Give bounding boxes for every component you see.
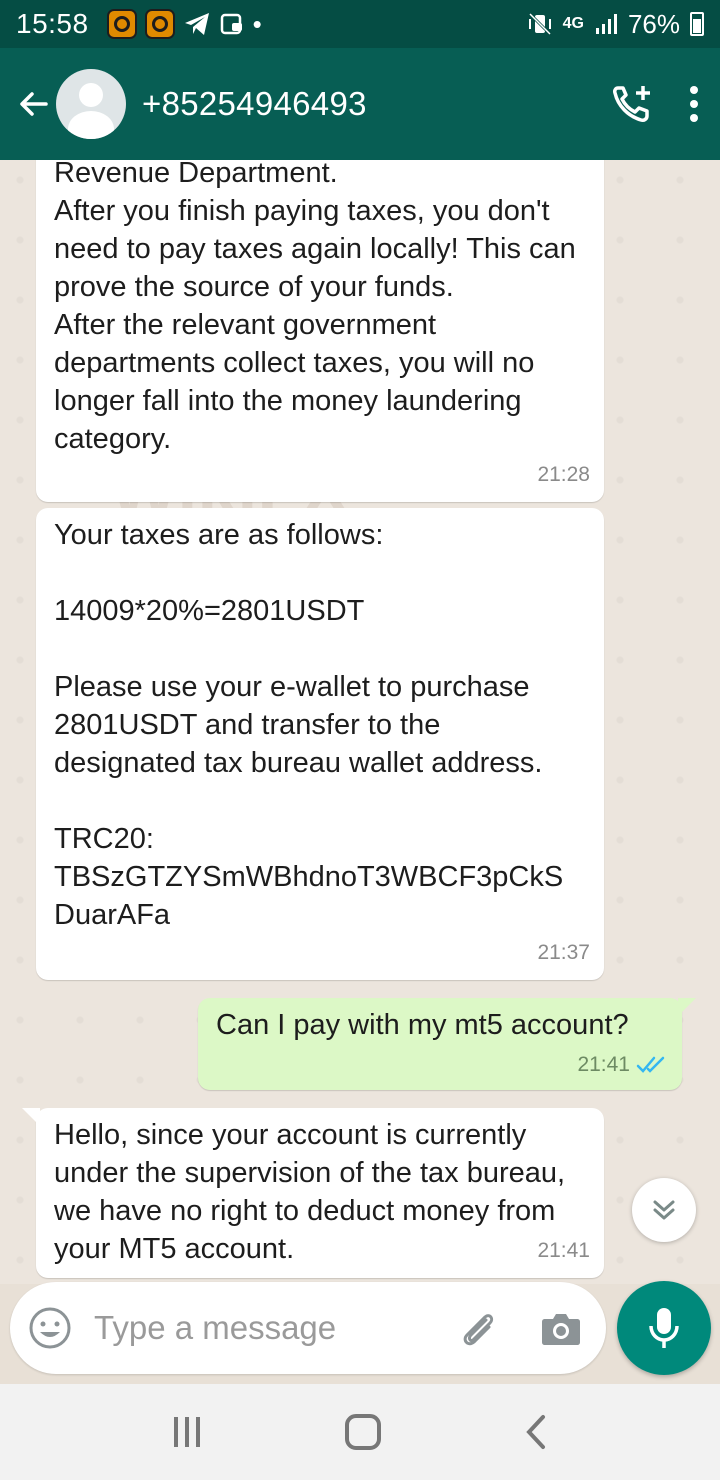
system-navigation-bar	[0, 1384, 720, 1480]
message-input[interactable]: Type a message	[94, 1309, 456, 1347]
emoji-icon[interactable]	[28, 1306, 72, 1350]
message-incoming[interactable]: Revenue Department. After you finish pay…	[36, 160, 604, 502]
message-text: Hello, since your account is currently u…	[54, 1119, 566, 1265]
notification-icons: •	[106, 8, 262, 40]
scroll-to-bottom-button[interactable]	[632, 1178, 696, 1242]
add-call-icon[interactable]	[610, 82, 654, 126]
contact-name[interactable]: +85254946493	[142, 85, 367, 123]
message-time: 21:28	[537, 463, 590, 486]
message-incoming[interactable]: Your taxes are as follows: 14009*20%=280…	[36, 508, 604, 980]
more-options-icon[interactable]	[688, 84, 700, 124]
signal-icon	[595, 14, 617, 34]
message-outgoing[interactable]: Can I pay with my mt5 account? 21:41	[198, 998, 696, 1090]
vibrate-mute-icon	[528, 12, 551, 36]
status-bar: 15:58 • 4G 76%	[0, 0, 720, 48]
bubble-tail	[678, 998, 696, 1016]
back-button[interactable]	[12, 82, 56, 126]
read-receipt-icon	[636, 1056, 665, 1073]
battery-icon	[690, 12, 704, 36]
camera-icon[interactable]	[540, 1309, 582, 1347]
network-type: 4G	[562, 15, 584, 32]
battery-percent: 76%	[627, 8, 680, 39]
bubble-tail	[22, 1108, 40, 1126]
app-notification-icon	[106, 9, 137, 39]
home-icon[interactable]	[344, 1413, 382, 1451]
message-composer: Type a message	[10, 1282, 606, 1374]
contact-avatar[interactable]	[56, 69, 126, 139]
app-notification-icon	[144, 9, 175, 39]
conversation[interactable]: WikiFX WikiFX WikiFX Revenue Department.…	[0, 160, 720, 1284]
double-chevron-down-icon	[653, 1200, 675, 1220]
message-text: Your taxes are as follows: 14009*20%=280…	[54, 519, 564, 931]
voice-message-button[interactable]	[617, 1281, 711, 1375]
wallet-notification-icon	[220, 13, 242, 35]
arrow-left-icon	[20, 92, 48, 116]
microphone-icon	[649, 1308, 679, 1348]
message-incoming[interactable]: Hello, since your account is currently u…	[22, 1108, 604, 1278]
message-time: 21:41	[537, 1239, 590, 1262]
attach-icon[interactable]	[456, 1306, 500, 1350]
chat-header: +85254946493	[0, 48, 720, 160]
message-text: Can I pay with my mt5 account?	[216, 1009, 629, 1041]
message-time: 21:41	[577, 1053, 630, 1076]
status-time: 15:58	[16, 8, 89, 39]
more-notifications-dot: •	[252, 8, 262, 39]
message-time: 21:37	[537, 941, 590, 964]
recent-apps-icon[interactable]	[169, 1414, 205, 1450]
back-nav-icon[interactable]	[521, 1413, 551, 1451]
telegram-icon	[184, 13, 209, 35]
message-text: Revenue Department. After you finish pay…	[54, 160, 576, 455]
